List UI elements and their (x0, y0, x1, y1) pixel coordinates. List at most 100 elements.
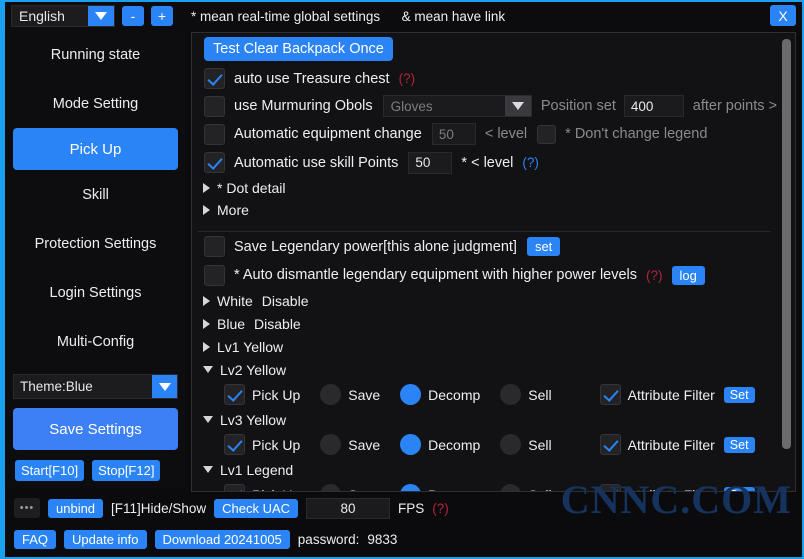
save-legendary-row: Save Legendary power[this alone judgment… (192, 232, 777, 261)
equipment-change-level-input[interactable]: 50 (431, 123, 476, 145)
equipment-change-checkbox[interactable] (204, 123, 225, 145)
theme-value: Theme:Blue (20, 379, 93, 394)
attribute-filter-set-button[interactable]: Set (723, 436, 755, 453)
application-window: English - + * mean real-time global sett… (0, 0, 804, 559)
skill-points-input[interactable]: 50 (408, 151, 453, 174)
auto-dismantle-log-button[interactable]: log (671, 265, 705, 285)
start-stop-group: Start[F10] Stop[F12] (15, 460, 186, 481)
check-uac-button[interactable]: Check UAC (214, 498, 299, 518)
stop-button[interactable]: Stop[F12] (92, 460, 161, 481)
attribute-filter-checkbox[interactable] (599, 384, 621, 405)
equipment-change-label: Automatic equipment change (234, 126, 422, 142)
bottom-bar-primary: ••• unbind [F11]Hide/Show Check UAC 80 F… (5, 493, 802, 523)
group-white[interactable]: White Disable (192, 289, 777, 312)
panel-scrollbar[interactable] (779, 35, 793, 489)
sidebar-item-mode-setting[interactable]: Mode Setting (5, 79, 186, 128)
fps-input[interactable]: 80 (306, 497, 391, 519)
sidebar-item-running-state[interactable]: Running state (5, 30, 186, 79)
treasure-chest-help-icon[interactable]: (?) (399, 71, 416, 86)
skill-points-help-icon[interactable]: (?) (522, 155, 539, 170)
pick-up-label: Pick Up (252, 487, 300, 492)
panel-scrollbar-thumb[interactable] (782, 39, 791, 449)
attribute-filter-set-button[interactable]: Set (723, 486, 755, 491)
close-button[interactable]: X (770, 5, 796, 26)
group-white-name: White (217, 292, 253, 309)
pick-up-checkbox[interactable] (224, 384, 245, 405)
sell-label: Sell (528, 386, 552, 403)
group-lv2-yellow[interactable]: Lv2 Yellow (192, 358, 777, 381)
more-options-icon[interactable]: ••• (14, 498, 40, 518)
equipment-change-level-suffix: < level (484, 126, 528, 142)
save-legendary-set-button[interactable]: set (526, 237, 561, 256)
group-lv2-yellow-name: Lv2 Yellow (220, 361, 287, 378)
position-set-input[interactable]: 400 (623, 95, 684, 117)
download-button[interactable]: Download 20241005 (154, 529, 290, 549)
dont-change-legend-checkbox[interactable] (537, 124, 557, 144)
group-lv1-yellow-name: Lv1 Yellow (217, 338, 284, 355)
chevron-down-icon[interactable] (88, 6, 114, 26)
sidebar-item-pick-up[interactable]: Pick Up (13, 128, 178, 170)
treasure-chest-checkbox[interactable] (204, 68, 225, 89)
language-select[interactable]: English (11, 5, 115, 27)
chevron-right-icon (203, 295, 210, 306)
group-lv1-legend-options: Pick Up Save Decomp Sell Attribute Filte… (192, 481, 777, 492)
group-lv1-legend-name: Lv1 Legend (220, 461, 294, 478)
chevron-right-icon (203, 183, 210, 193)
treasure-chest-row: auto use Treasure chest (?) (192, 65, 777, 92)
save-legendary-checkbox[interactable] (204, 236, 225, 257)
attribute-filter-label: Attribute Filter (627, 386, 715, 403)
chevron-down-icon (203, 366, 213, 373)
save-label: Save (348, 436, 381, 453)
murmuring-obols-checkbox[interactable] (204, 95, 225, 117)
group-lv3-yellow[interactable]: Lv3 Yellow (192, 408, 777, 431)
sidebar-item-skill[interactable]: Skill (5, 170, 186, 219)
sidebar-item-multi-config[interactable]: Multi-Config (5, 317, 186, 366)
group-white-status: Disable (261, 292, 309, 309)
test-clear-backpack-button[interactable]: Test Clear Backpack Once (204, 37, 393, 61)
top-note-right: & mean have link (401, 8, 506, 24)
password-label: password: (297, 531, 360, 547)
pick-up-checkbox[interactable] (224, 484, 245, 491)
decomp-radio[interactable] (400, 484, 422, 491)
chevron-down-icon[interactable] (152, 375, 177, 398)
more-group[interactable]: More (192, 199, 777, 221)
save-radio[interactable] (320, 384, 342, 405)
faq-button[interactable]: FAQ (14, 529, 57, 549)
sidebar-item-login-settings[interactable]: Login Settings (5, 268, 186, 317)
sell-radio[interactable] (500, 384, 522, 405)
obols-slot-select[interactable]: Gloves (382, 95, 532, 117)
update-info-button[interactable]: Update info (64, 529, 147, 549)
auto-dismantle-help-icon[interactable]: (?) (646, 268, 663, 283)
sell-radio[interactable] (500, 484, 522, 491)
group-lv1-legend[interactable]: Lv1 Legend (192, 458, 777, 481)
fps-help-icon[interactable]: (?) (432, 501, 449, 516)
decomp-radio[interactable] (400, 384, 422, 405)
decomp-radio[interactable] (400, 434, 422, 455)
group-lv3-yellow-name: Lv3 Yellow (220, 411, 287, 428)
dot-detail-group[interactable]: * Dot detail (192, 177, 777, 199)
start-button[interactable]: Start[F10] (15, 460, 85, 481)
save-radio[interactable] (320, 434, 342, 455)
skill-points-row: Automatic use skill Points 50 * < level … (192, 148, 777, 177)
attribute-filter-checkbox[interactable] (599, 484, 621, 491)
zoom-out-button[interactable]: - (122, 6, 144, 26)
skill-points-checkbox[interactable] (204, 152, 225, 173)
sell-radio[interactable] (500, 434, 522, 455)
sidebar-item-protection-settings[interactable]: Protection Settings (5, 219, 186, 268)
decomp-label: Decomp (428, 487, 480, 492)
save-radio[interactable] (320, 484, 342, 491)
top-bar: English - + * mean real-time global sett… (5, 2, 802, 30)
chevron-down-icon[interactable] (504, 96, 531, 116)
zoom-in-button[interactable]: + (151, 6, 173, 26)
save-settings-button[interactable]: Save Settings (13, 408, 178, 450)
theme-select[interactable]: Theme:Blue (13, 374, 178, 399)
pick-up-settings-panel: Test Clear Backpack Once auto use Treasu… (191, 32, 796, 492)
attribute-filter-checkbox[interactable] (599, 434, 621, 455)
attribute-filter-set-button[interactable]: Set (723, 386, 755, 403)
auto-dismantle-checkbox[interactable] (204, 264, 225, 286)
treasure-chest-label: auto use Treasure chest (234, 70, 390, 87)
group-lv1-yellow[interactable]: Lv1 Yellow (192, 335, 777, 358)
unbind-button[interactable]: unbind (48, 498, 104, 518)
group-blue[interactable]: Blue Disable (192, 312, 777, 335)
pick-up-checkbox[interactable] (224, 434, 245, 455)
